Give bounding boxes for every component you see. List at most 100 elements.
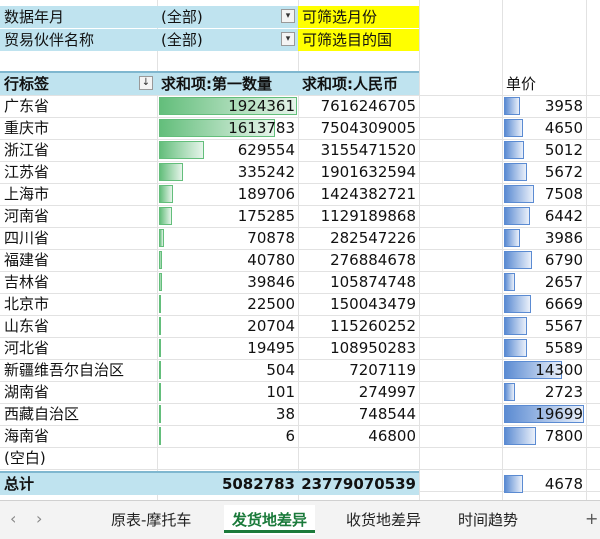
qty-cell: 22500: [157, 293, 298, 315]
header-row-label: 行标签: [0, 73, 157, 95]
tab-receiving-diff[interactable]: 收货地差异: [338, 505, 429, 535]
qty-value: 19495: [247, 339, 295, 357]
tab-time-trend[interactable]: 时间趋势: [450, 505, 526, 535]
qty-cell: 1613783: [157, 117, 298, 139]
rmb-value: 3155471520: [320, 141, 416, 159]
active-tab-underline: [224, 530, 316, 533]
tab-shipping-origin-diff[interactable]: 发货地差异: [224, 505, 316, 535]
tab-label: 时间趋势: [458, 511, 519, 529]
price-cell: 7800: [502, 425, 586, 447]
qty-value: 70878: [247, 229, 295, 247]
qty-value: 175285: [237, 207, 295, 225]
price-value: 5589: [544, 339, 583, 357]
sheet-tab-bar: ‹ › 原表-摩托车 发货地差异 收货地差异 时间趋势 +: [0, 500, 600, 539]
qty-value: 101: [266, 383, 295, 401]
row-label: 山东省: [4, 317, 50, 335]
qty-cell: 19495: [157, 337, 298, 359]
spreadsheet-grid[interactable]: 数据年月 (全部) ▾ 可筛选月份 贸易伙伴名称 (全部) ▾ 可筛选目的国 行…: [0, 0, 600, 500]
rmb-value: 115260252: [330, 317, 416, 335]
qty-value: 1924361: [228, 97, 295, 115]
qty-value: 22500: [247, 295, 295, 313]
qty-value: 39846: [247, 273, 295, 291]
qty-cell: 20704: [157, 315, 298, 337]
rmb-value: 282547226: [330, 229, 416, 247]
filter-value-partner: (全部): [157, 29, 298, 51]
price-cell: 7508: [502, 183, 586, 205]
total-price: 4678: [544, 475, 583, 493]
price-value: 6442: [544, 207, 583, 225]
qty-value: 335242: [237, 163, 295, 181]
rmb-value: 1129189868: [320, 207, 416, 225]
price-value: 3986: [544, 229, 583, 247]
row-label: 河北省: [4, 339, 50, 357]
total-price-cell: 4678: [502, 473, 586, 495]
price-value: 6790: [544, 251, 583, 269]
price-value: 7508: [544, 185, 583, 203]
price-cell: 3958: [502, 95, 586, 117]
price-cell: 6790: [502, 249, 586, 271]
total-label: 总计: [0, 473, 157, 495]
tab-label: 收货地差异: [346, 511, 422, 529]
row-label: 北京市: [4, 295, 50, 313]
tab-label: 原表-摩托车: [111, 511, 192, 529]
row-label: 河南省: [4, 207, 50, 225]
total-qty: 5082783: [157, 473, 298, 495]
price-cell: 5589: [502, 337, 586, 359]
rmb-value: 1901632594: [320, 163, 416, 181]
filter-month-dropdown-icon[interactable]: ▾: [281, 9, 295, 23]
price-cell: 6442: [502, 205, 586, 227]
qty-cell: 629554: [157, 139, 298, 161]
row-label: 新疆维吾尔自治区: [4, 361, 125, 379]
price-cell: 2657: [502, 271, 586, 293]
row-label: 重庆市: [4, 119, 50, 137]
price-value: 2723: [544, 383, 583, 401]
price-value: 19699: [535, 405, 583, 423]
price-cell: [502, 447, 586, 469]
qty-cell: 175285: [157, 205, 298, 227]
price-cell: 2723: [502, 381, 586, 403]
rmb-value: 1424382721: [320, 185, 416, 203]
rmb-value: 105874748: [330, 273, 416, 291]
qty-value: 20704: [247, 317, 295, 335]
qty-cell: 38: [157, 403, 298, 425]
filter-partner-dropdown-icon[interactable]: ▾: [281, 32, 295, 46]
row-label: 湖南省: [4, 383, 50, 401]
rmb-value: 7616246705: [320, 97, 416, 115]
rmb-value: 748544: [358, 405, 416, 423]
qty-value: 189706: [237, 185, 295, 203]
price-value: 7800: [544, 427, 583, 445]
qty-value: 504: [266, 361, 295, 379]
header-price: 单价: [506, 75, 537, 93]
rmb-value: 276884678: [330, 251, 416, 269]
row-label: 福建省: [4, 251, 50, 269]
row-label: 海南省: [4, 427, 50, 445]
qty-cell: 504: [157, 359, 298, 381]
filter-note-partner: 可筛选目的国: [298, 29, 419, 51]
qty-value: 629554: [237, 141, 295, 159]
header-rmb: 求和项:人民币: [298, 73, 419, 95]
sort-filter-icon[interactable]: ↓: [139, 76, 153, 90]
price-cell: 19699: [502, 403, 586, 425]
qty-cell: 6: [157, 425, 298, 447]
add-sheet-icon[interactable]: +: [585, 509, 598, 528]
total-rmb: 23779070539: [298, 473, 419, 495]
qty-cell: 1924361: [157, 95, 298, 117]
rmb-value: 46800: [368, 427, 416, 445]
filter-label-month: 数据年月: [0, 6, 157, 28]
price-value: 14300: [535, 361, 583, 379]
row-label: 上海市: [4, 185, 50, 203]
tab-prev-icon[interactable]: ‹: [10, 509, 16, 528]
filter-label-partner: 贸易伙伴名称: [0, 29, 157, 51]
price-cell: 5567: [502, 315, 586, 337]
qty-value: 38: [275, 405, 295, 423]
price-cell: 4650: [502, 117, 586, 139]
filter-note-month: 可筛选月份: [298, 6, 419, 28]
tab-raw-motorcycle[interactable]: 原表-摩托车: [103, 505, 199, 535]
price-cell: 6669: [502, 293, 586, 315]
filter-value-month: (全部): [157, 6, 298, 28]
qty-cell: 189706: [157, 183, 298, 205]
tab-next-icon[interactable]: ›: [36, 509, 42, 528]
qty-cell: 39846: [157, 271, 298, 293]
qty-cell: 101: [157, 381, 298, 403]
rmb-value: 7207119: [349, 361, 416, 379]
